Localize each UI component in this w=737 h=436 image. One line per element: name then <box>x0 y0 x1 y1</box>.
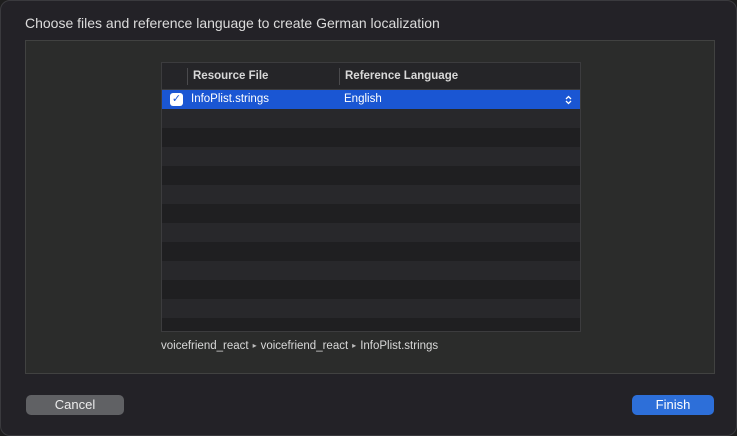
empty-table-row <box>162 261 580 280</box>
column-header-reference-language[interactable]: Reference Language <box>345 63 458 90</box>
empty-table-row <box>162 242 580 261</box>
empty-table-row <box>162 147 580 166</box>
path-separator-icon: ▸ <box>352 341 357 350</box>
table-body: ✓ InfoPlist.strings English <box>162 90 580 331</box>
column-separator <box>339 68 340 85</box>
column-separator <box>187 68 188 85</box>
reference-language-popup[interactable]: English <box>344 90 382 109</box>
empty-table-row <box>162 185 580 204</box>
empty-table-row <box>162 166 580 185</box>
finish-button[interactable]: Finish <box>632 395 714 415</box>
empty-table-row <box>162 204 580 223</box>
content-box: Resource File Reference Language ✓ InfoP… <box>25 40 715 374</box>
empty-table-row <box>162 109 580 128</box>
empty-table-row <box>162 223 580 242</box>
table-header: Resource File Reference Language <box>162 63 580 90</box>
path-segment: voicefriend_react <box>260 340 349 352</box>
popup-arrows-icon[interactable] <box>565 90 572 109</box>
resource-table: Resource File Reference Language ✓ InfoP… <box>161 62 581 332</box>
empty-table-row <box>162 280 580 299</box>
resource-file-cell: InfoPlist.strings <box>191 93 269 105</box>
empty-table-row <box>162 318 580 331</box>
dialog-title: Choose files and reference language to c… <box>25 15 440 31</box>
empty-table-row <box>162 299 580 318</box>
path-separator-icon: ▸ <box>252 341 257 350</box>
cancel-button[interactable]: Cancel <box>26 395 124 415</box>
file-path-breadcrumb: voicefriend_react ▸ voicefriend_react ▸ Info… <box>161 340 438 352</box>
table-row[interactable]: ✓ InfoPlist.strings English <box>162 90 580 109</box>
path-segment: voicefriend_react <box>161 340 249 352</box>
localization-dialog: Choose files and reference language to c… <box>0 0 737 436</box>
column-header-resource-file[interactable]: Resource File <box>193 63 268 90</box>
empty-table-row <box>162 128 580 147</box>
include-checkbox[interactable]: ✓ <box>170 93 183 106</box>
path-segment: InfoPlist.strings <box>360 340 439 352</box>
